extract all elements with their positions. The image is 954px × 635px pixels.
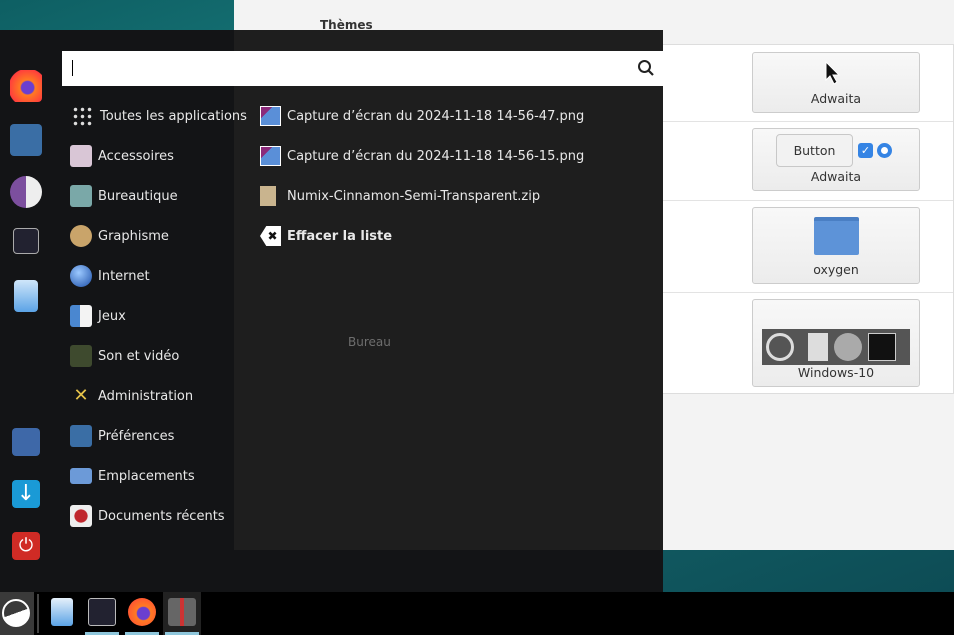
theme-label: Adwaita xyxy=(810,91,862,106)
mint-icon xyxy=(766,333,794,361)
terminal-icon[interactable] xyxy=(13,228,39,254)
category-games[interactable]: Jeux xyxy=(70,304,126,328)
recent-file-label: Capture d’écran du 2024-11-18 14-56-47.p… xyxy=(287,108,585,124)
theme-label: oxygen xyxy=(813,262,859,277)
preview-button: Button xyxy=(776,134,853,167)
category-graphics[interactable]: Graphisme xyxy=(70,224,169,248)
category-label: Son et vidéo xyxy=(98,348,180,364)
recent-file-label: Capture d’écran du 2024-11-18 14-56-15.p… xyxy=(287,148,585,164)
lock-screen-icon[interactable] xyxy=(12,428,40,456)
theme-card-icons[interactable]: oxygen xyxy=(752,207,920,284)
theme-card-desktop[interactable]: Windows-10 xyxy=(752,299,920,387)
search-icon[interactable] xyxy=(637,59,655,77)
terminal-icon xyxy=(868,333,896,361)
office-icon xyxy=(70,185,92,207)
user-icon xyxy=(168,598,196,626)
category-label: Bureautique xyxy=(98,188,178,204)
firefox-icon[interactable] xyxy=(10,70,42,102)
taskbar-file-manager[interactable] xyxy=(43,592,81,635)
theme-card-cursor[interactable]: Adwaita xyxy=(752,52,920,113)
taskbar-terminal[interactable] xyxy=(83,592,121,635)
category-all-applications[interactable]: Toutes les applications xyxy=(70,104,247,128)
accessories-icon xyxy=(70,145,92,167)
menu-button[interactable] xyxy=(0,592,34,635)
clear-list-label: Effacer la liste xyxy=(287,228,393,244)
app-menu: Bureau ↓ ⏻ Toutes les applications Acces… xyxy=(0,30,663,592)
category-internet[interactable]: Internet xyxy=(70,264,150,288)
panel-preview xyxy=(762,329,910,365)
grid-icon xyxy=(72,106,92,126)
category-label: Accessoires xyxy=(98,148,174,164)
firefox-icon xyxy=(834,333,862,361)
archive-icon xyxy=(260,186,276,206)
power-icon[interactable]: ⏻ xyxy=(12,532,40,560)
file-manager-icon[interactable] xyxy=(14,280,38,312)
logout-icon[interactable]: ↓ xyxy=(12,480,40,508)
taskbar-firefox[interactable] xyxy=(123,592,161,635)
category-label: Emplacements xyxy=(98,468,195,484)
recent-file[interactable]: Capture d’écran du 2024-11-18 14-56-15.p… xyxy=(260,144,584,168)
games-icon xyxy=(70,305,92,327)
radio-icon xyxy=(877,143,892,158)
theme-label: Windows-10 xyxy=(797,365,875,380)
category-places[interactable]: Emplacements xyxy=(70,464,195,488)
ghost-label: Bureau xyxy=(348,335,391,349)
administration-icon: ✕ xyxy=(73,385,89,406)
recent-file[interactable]: Numix-Cinnamon-Semi-Transparent.zip xyxy=(260,184,540,208)
category-label: Toutes les applications xyxy=(100,108,247,124)
graphics-icon xyxy=(70,225,92,247)
folder-icon xyxy=(70,468,92,484)
preferences-icon xyxy=(70,425,92,447)
category-accessories[interactable]: Accessoires xyxy=(70,144,174,168)
recent-file-label: Numix-Cinnamon-Semi-Transparent.zip xyxy=(287,188,541,204)
file-manager-icon xyxy=(808,333,828,361)
menu-icon xyxy=(2,599,30,627)
terminal-icon xyxy=(88,598,116,626)
check-icon: ✓ xyxy=(858,143,873,158)
cursor-icon xyxy=(825,61,841,85)
recent-icon xyxy=(70,505,92,527)
category-label: Graphisme xyxy=(98,228,169,244)
preferences-icon[interactable] xyxy=(10,124,42,156)
category-label: Documents récents xyxy=(98,508,225,524)
clear-list-button[interactable]: ✖ Effacer la liste xyxy=(260,224,392,248)
theme-card-controls[interactable]: Button ✓ Adwaita xyxy=(752,128,920,191)
pidgin-icon[interactable] xyxy=(10,176,42,208)
theme-label: Adwaita xyxy=(810,169,862,184)
category-multimedia[interactable]: Son et vidéo xyxy=(70,344,179,368)
image-file-icon xyxy=(260,146,281,166)
category-label: Internet xyxy=(98,268,150,284)
taskbar xyxy=(0,592,954,635)
category-recent-documents[interactable]: Documents récents xyxy=(70,504,225,528)
folder-icon xyxy=(814,217,859,255)
internet-icon xyxy=(70,265,92,287)
file-manager-icon xyxy=(51,598,73,626)
category-label: Administration xyxy=(98,388,194,404)
category-administration[interactable]: ✕ Administration xyxy=(70,384,193,408)
category-preferences[interactable]: Préférences xyxy=(70,424,174,448)
clear-icon: ✖ xyxy=(260,226,281,246)
multimedia-icon xyxy=(70,345,92,367)
taskbar-user[interactable] xyxy=(163,592,201,635)
recent-file[interactable]: Capture d’écran du 2024-11-18 14-56-47.p… xyxy=(260,104,584,128)
image-file-icon xyxy=(260,106,281,126)
category-label: Préférences xyxy=(98,428,175,444)
category-office[interactable]: Bureautique xyxy=(70,184,178,208)
firefox-icon xyxy=(128,598,156,626)
search-input[interactable] xyxy=(62,51,663,86)
category-label: Jeux xyxy=(98,308,126,324)
